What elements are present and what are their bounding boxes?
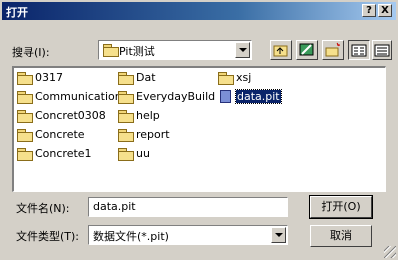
- details-view-button[interactable]: [372, 40, 392, 60]
- folder-icon: [118, 148, 134, 161]
- close-button[interactable]: X: [378, 4, 392, 17]
- lookin-value: Pit测试: [119, 45, 155, 58]
- folder-icon: [17, 148, 33, 161]
- folder-icon: [118, 72, 134, 85]
- file-name: 0317: [35, 71, 63, 84]
- open-file-dialog: 打开 ? X 搜寻(I): Pit测试 0317 Communication C…: [0, 0, 398, 260]
- file-name: data.pit: [235, 89, 282, 104]
- file-name: report: [136, 128, 170, 141]
- file-name: help: [136, 109, 160, 122]
- file-name: Dat: [136, 71, 156, 84]
- desktop-icon: [299, 43, 314, 56]
- folder-icon: [17, 72, 33, 85]
- new-folder-button[interactable]: [322, 40, 344, 60]
- window-title: 打开: [6, 6, 28, 19]
- filetype-select[interactable]: 数据文件(*.pit): [88, 225, 288, 245]
- lookin-combo[interactable]: Pit测试: [98, 40, 252, 60]
- folder-icon: [103, 44, 119, 57]
- details-view-icon: [374, 44, 390, 57]
- lookin-label: 搜寻(I):: [12, 46, 50, 59]
- file-name: Concrete1: [35, 147, 92, 160]
- folder-icon: [17, 110, 33, 123]
- filename-label: 文件名(N):: [16, 202, 70, 215]
- folder-icon: [17, 91, 33, 104]
- chevron-down-icon[interactable]: [271, 227, 286, 243]
- chevron-down-icon[interactable]: [235, 42, 250, 58]
- filename-input[interactable]: data.pit: [88, 197, 288, 217]
- title-bar[interactable]: 打开 ? X: [2, 2, 396, 20]
- folder-icon: [118, 91, 134, 104]
- file-name: uu: [136, 147, 150, 160]
- filename-value: data.pit: [93, 200, 136, 213]
- folder-icon: [118, 129, 134, 142]
- up-one-level-button[interactable]: [270, 40, 292, 60]
- file-name: Communication: [35, 90, 122, 103]
- document-icon: [220, 90, 231, 103]
- resize-grip-icon[interactable]: [384, 246, 396, 258]
- file-name: xsj: [236, 71, 252, 84]
- cancel-button[interactable]: 取消: [310, 225, 372, 247]
- file-name: EverydayBuild: [136, 90, 216, 103]
- list-view-icon: [351, 44, 367, 57]
- folder-icon: [218, 72, 234, 85]
- filetype-label: 文件类型(T):: [16, 230, 80, 243]
- help-button[interactable]: ?: [362, 4, 376, 17]
- list-view-button[interactable]: [348, 40, 370, 60]
- new-folder-icon: [325, 42, 340, 57]
- file-name: Concret0308: [35, 109, 106, 122]
- folder-icon: [17, 129, 33, 142]
- desktop-button[interactable]: [296, 40, 318, 60]
- up-one-level-icon: [273, 45, 288, 57]
- file-name: Concrete: [35, 128, 85, 141]
- open-button[interactable]: 打开(O): [309, 195, 373, 219]
- file-list[interactable]: 0317 Communication Concret0308 Concrete …: [12, 66, 386, 192]
- folder-icon: [118, 110, 134, 123]
- filetype-value: 数据文件(*.pit): [93, 230, 169, 243]
